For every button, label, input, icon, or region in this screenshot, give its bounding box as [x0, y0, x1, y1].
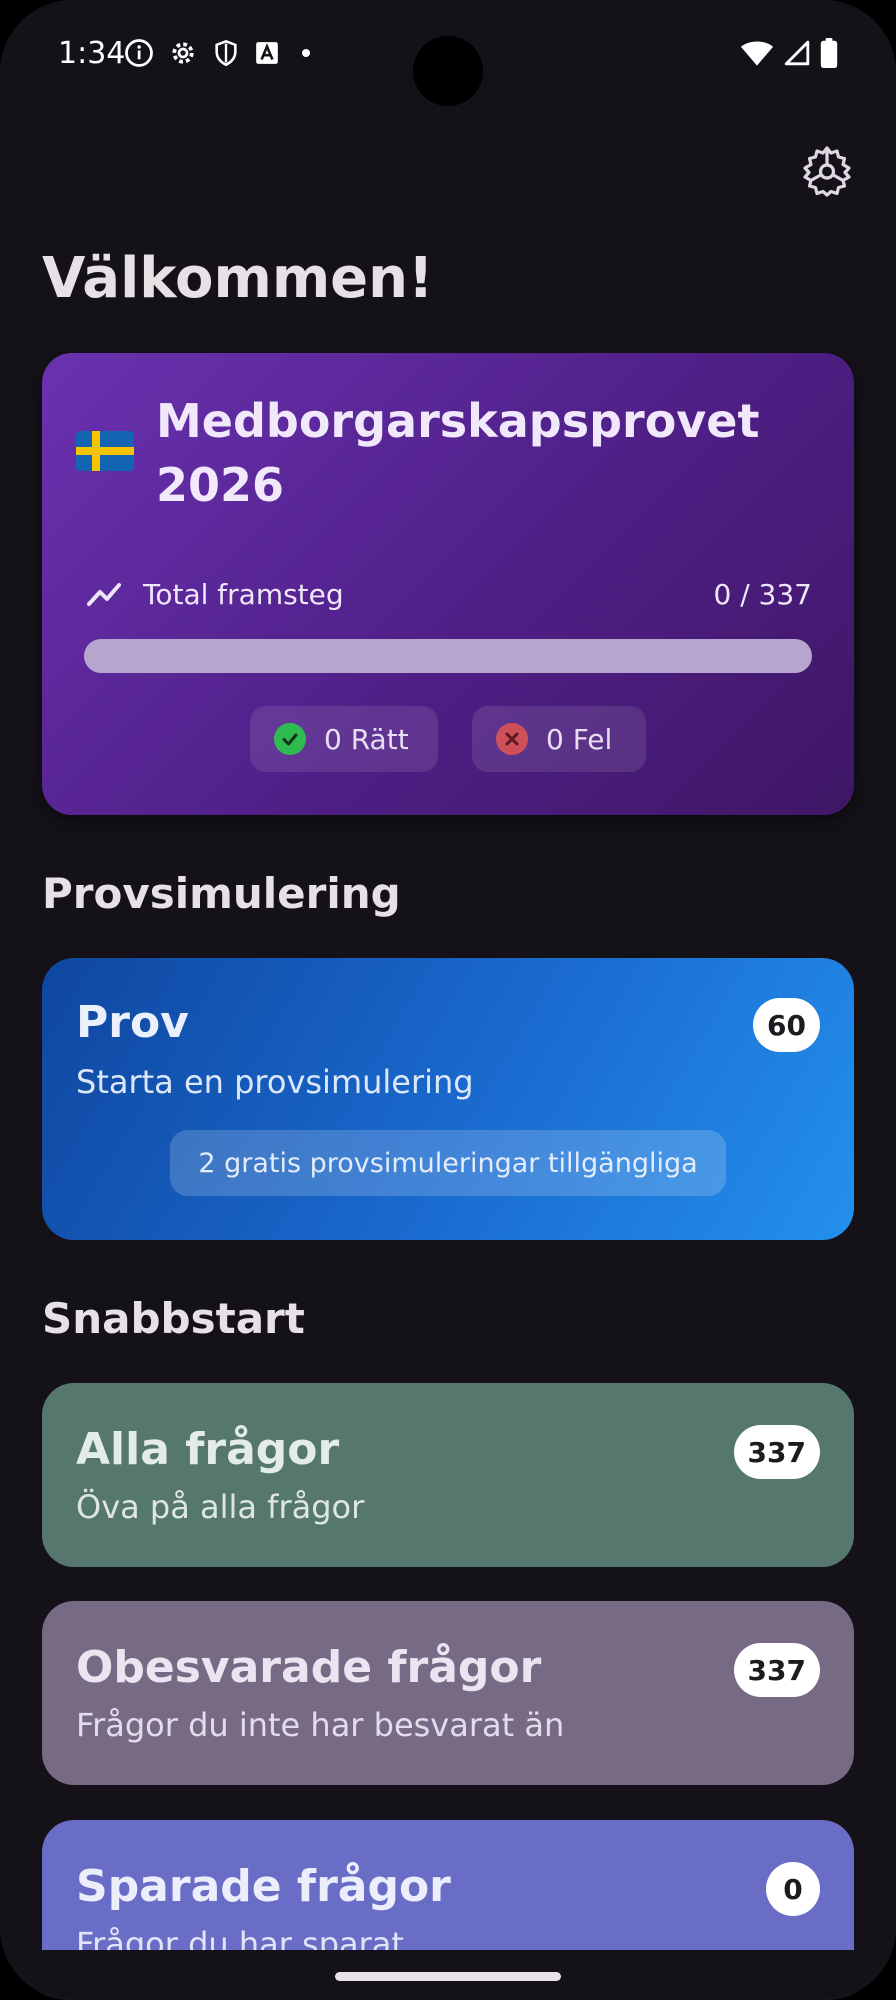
status-bar: 1:34 [0, 0, 896, 110]
camera-cutout [413, 36, 483, 106]
gear-icon [803, 146, 851, 197]
all-questions-subtitle: Öva på alla frågor [76, 1488, 365, 1526]
saved-questions-title: Sparade frågor [76, 1861, 451, 1912]
progress-label: Total framsteg [143, 578, 344, 611]
all-questions-count-badge: 337 [733, 1425, 820, 1479]
section-heading-simulation: Provsimulering [42, 869, 401, 918]
exam-question-count-badge: 60 [753, 998, 820, 1052]
status-time: 1:34 [58, 36, 126, 71]
swedish-flag-icon [76, 431, 134, 471]
home-gesture-handle[interactable] [335, 1972, 561, 1981]
wifi-icon [740, 41, 774, 66]
check-circle-icon [274, 723, 306, 755]
section-heading-quickstart: Snabbstart [42, 1294, 305, 1343]
exam-title: Medborgarskapsprovet 2026 [156, 394, 760, 512]
unanswered-questions-tile[interactable]: Obesvarade frågor 337 Frågor du inte har… [42, 1601, 854, 1785]
wrong-count-chip: 0 Fel [472, 706, 646, 772]
status-system-icons [740, 38, 838, 68]
unanswered-questions-subtitle: Frågor du inte har besvarat än [76, 1706, 565, 1744]
text-recognition-icon [256, 42, 278, 64]
status-notification-icons [124, 38, 318, 68]
close-circle-icon [496, 723, 528, 755]
shield-icon [215, 39, 237, 67]
all-questions-tile[interactable]: Alla frågor 337 Öva på alla frågor [42, 1383, 854, 1567]
unanswered-questions-count-badge: 337 [733, 1643, 820, 1697]
progress-card: Medborgarskapsprovet 2026 Total framsteg… [42, 353, 854, 815]
info-icon [125, 39, 153, 67]
settings-status-icon [172, 42, 194, 64]
unanswered-questions-title: Obesvarade frågor [76, 1642, 542, 1693]
progress-bar [84, 639, 812, 673]
exam-simulation-tile[interactable]: Prov 60 Starta en provsimulering 2 grati… [42, 958, 854, 1240]
progress-count: 0 / 337 [713, 578, 813, 611]
all-questions-title: Alla frågor [76, 1424, 340, 1475]
app-screen: 1:34 Välkommen! Medborgarskapsprovet 202… [0, 0, 896, 2000]
saved-questions-count-badge: 0 [766, 1862, 820, 1916]
cellular-signal-icon [784, 40, 810, 66]
exam-tile-subtitle: Starta en provsimulering [76, 1063, 474, 1101]
trending-up-icon [87, 583, 121, 606]
correct-count-chip: 0 Rätt [250, 706, 438, 772]
exam-tile-title: Prov [76, 997, 189, 1048]
wrong-count-label: 0 Fel [546, 722, 613, 756]
more-notifications-dot-icon [302, 49, 310, 57]
welcome-heading: Välkommen! [42, 246, 434, 311]
battery-icon [820, 38, 838, 68]
free-simulations-info: 2 gratis provsimuleringar tillgängliga [170, 1130, 726, 1196]
correct-count-label: 0 Rätt [324, 722, 409, 756]
settings-button[interactable] [796, 140, 858, 202]
